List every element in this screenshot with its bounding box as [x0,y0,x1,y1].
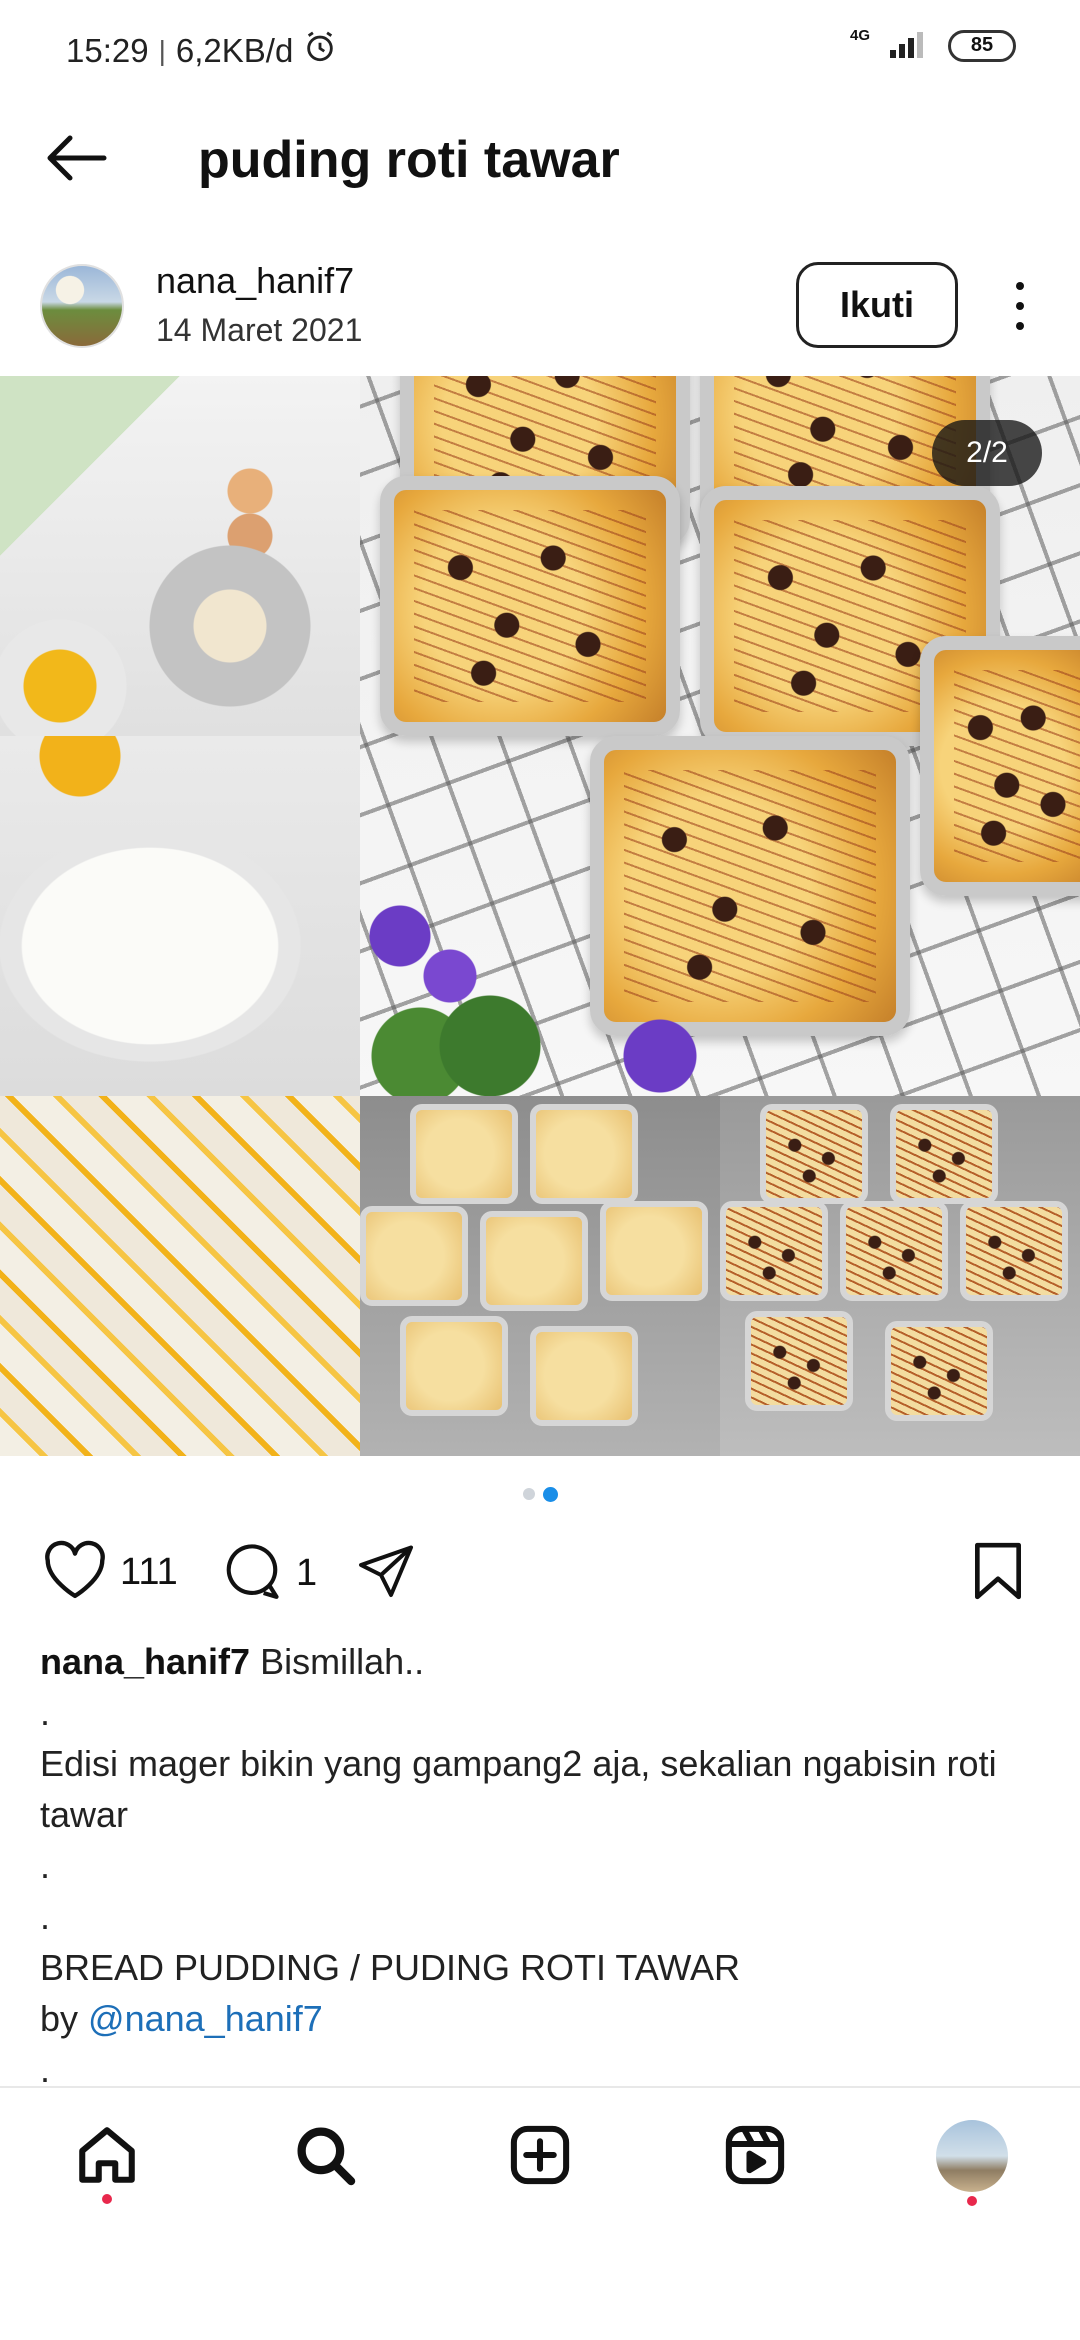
collage-trays-topped-photo [720,1096,1080,1456]
nav-search[interactable] [290,2122,360,2192]
caption-dot: . [40,1845,51,1886]
back-button[interactable] [40,128,112,192]
carousel-dots [0,1487,1080,1508]
caption-line-1: nana_hanif7 Bismillah.. [40,1636,1050,1687]
comment-action: 1 [220,1540,317,1607]
caption-dot: . [40,1896,51,1937]
caption-dot: . [40,1692,51,1733]
collage-milk-photo [0,736,360,1096]
nav-reels[interactable] [720,2122,790,2192]
send-icon[interactable] [354,1540,418,1605]
follow-button[interactable]: Ikuti [796,262,958,348]
profile-notification-dot [967,2196,977,2206]
comment-count[interactable]: 1 [296,1552,317,1595]
caption-by-label: by [40,1998,79,2039]
status-bar: 15:29 | 6,2KB/d 4G 85 [0,0,1080,100]
bookmark-icon[interactable] [970,1540,1026,1607]
share-action [354,1540,418,1605]
top-app-bar: puding roti tawar [0,100,1080,220]
collage-bread-egg-photo [0,1096,360,1456]
collage-ingredients-photo [0,376,360,736]
battery-indicator: 85 [948,29,1016,62]
carousel-dot-active [542,1487,558,1502]
nav-profile[interactable] [934,2118,1010,2206]
network-label: 4G [849,27,870,44]
post-actions: 111 1 [0,1540,1080,1620]
author-avatar[interactable] [40,264,124,348]
post-date: 14 Maret 2021 [156,312,363,348]
alarm-icon [303,30,337,72]
page-title: puding roti tawar [198,131,620,189]
signal-icon [888,28,930,63]
profile-avatar [936,2120,1008,2192]
author-username[interactable]: nana_hanif7 [156,260,354,302]
post-caption: nana_hanif7 Bismillah.. . Edisi mager bi… [40,1636,1050,2095]
caption-mention-link[interactable]: @nana_hanif7 [88,1998,323,2039]
status-time: 15:29 [66,32,149,69]
caption-recipe-title: BREAD PUDDING / PUDING ROTI TAWAR [40,1947,741,1988]
caption-username[interactable]: nana_hanif7 [40,1641,250,1682]
post-header: nana_hanif7 14 Maret 2021 Ikuti [0,246,1080,376]
heart-icon[interactable] [42,1540,108,1605]
reels-icon [722,2122,788,2193]
search-icon [292,2122,358,2193]
comment-icon[interactable] [220,1540,284,1607]
like-action: 111 [42,1540,178,1605]
more-vertical-icon[interactable] [1000,276,1040,336]
status-separator: | [158,35,166,66]
home-icon [74,2122,140,2193]
like-count[interactable]: 111 [120,1551,178,1594]
status-time-group: 15:29 | 6,2KB/d [66,30,337,72]
bottom-navigation [0,2086,1080,2226]
status-data-rate: 6,2KB/d [175,32,294,69]
nav-home[interactable] [72,2122,142,2204]
caption-text-edisi: Edisi mager bikin yang gampang2 aja, sek… [40,1743,997,1835]
plus-square-icon [507,2122,573,2193]
caption-text-bismillah: Bismillah.. [260,1641,425,1682]
status-right-group: 4G 85 [849,27,1016,63]
collage-trays-plain-photo [360,1096,720,1456]
nav-create[interactable] [505,2122,575,2192]
arrow-left-icon [44,134,108,187]
carousel-dot [522,1488,535,1500]
image-counter-badge: 2/2 [932,420,1042,486]
home-notification-dot [102,2194,112,2204]
save-action [970,1540,1026,1607]
post-image[interactable]: 2/2 [0,376,1080,1456]
caption-by-line: by @nana_hanif7 [40,1993,1050,2044]
